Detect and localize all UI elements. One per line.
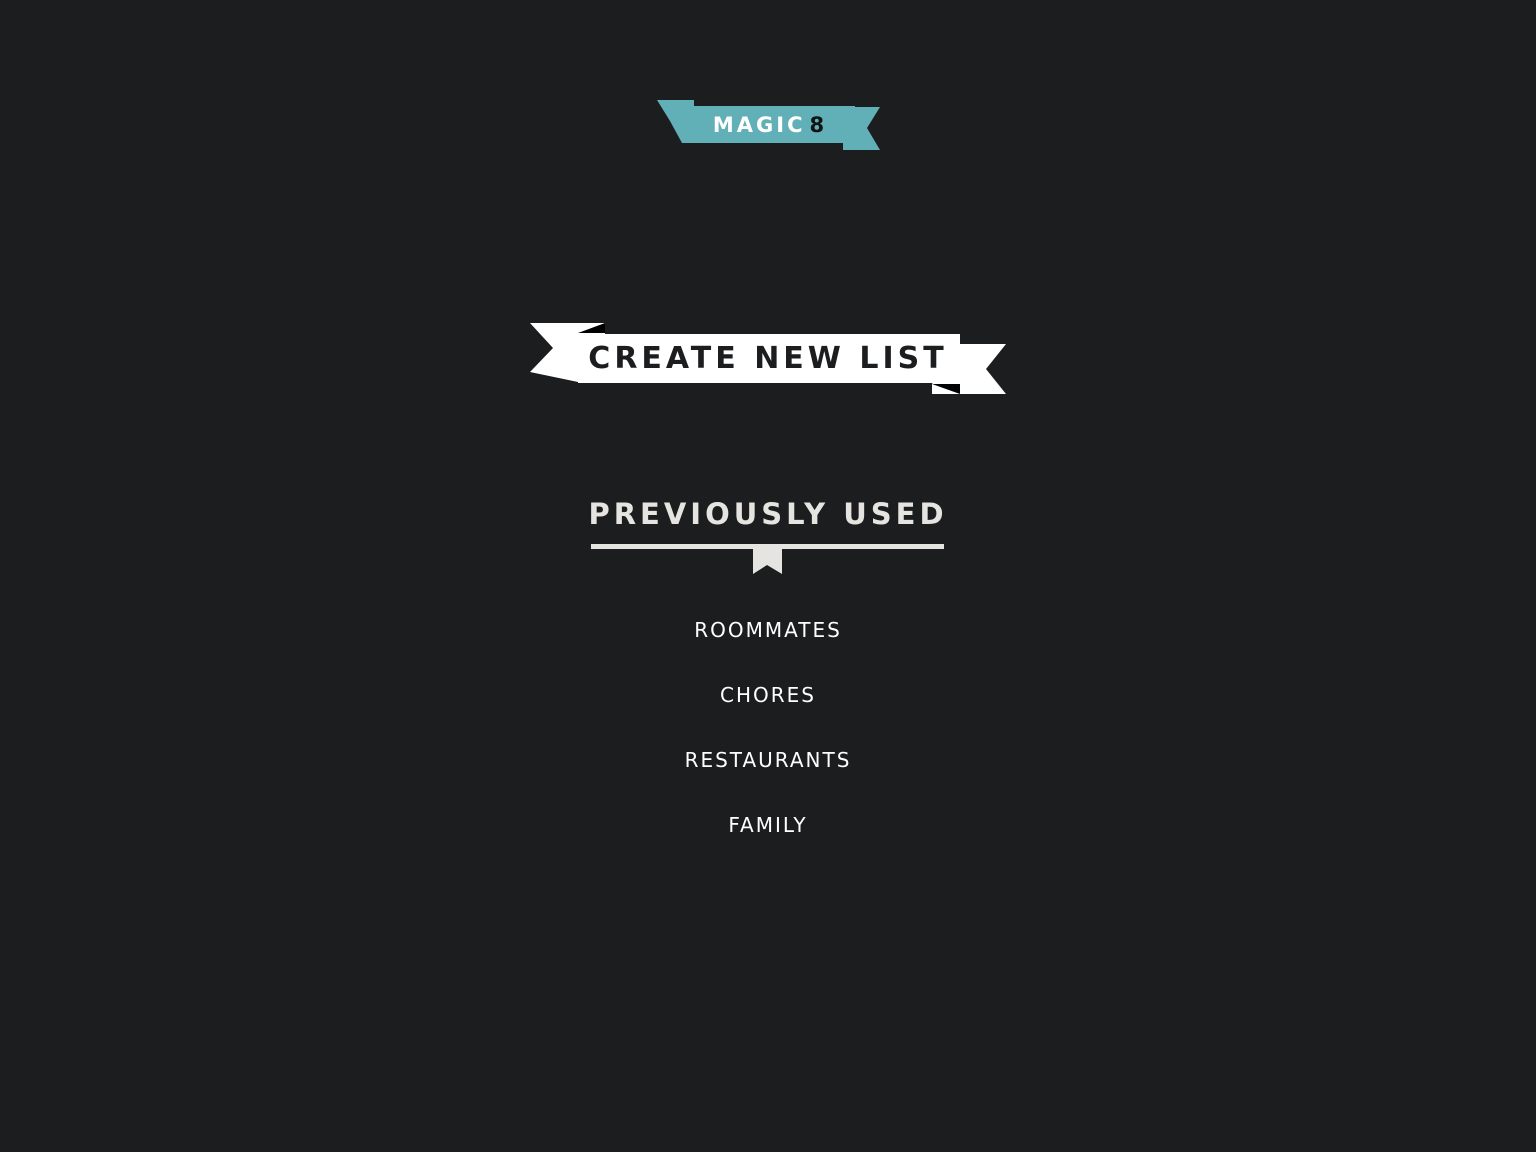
heading-divider-bookmark <box>591 544 944 574</box>
logo-word: MAGIC <box>712 113 806 137</box>
logo-text: MAGIC 8 <box>657 113 880 137</box>
app-logo: MAGIC 8 <box>657 100 880 150</box>
create-new-list-button[interactable]: CREATE NEW LIST <box>530 323 1007 394</box>
list-item-family[interactable]: FAMILY <box>568 808 968 873</box>
list-item-restaurants[interactable]: RESTAURANTS <box>568 743 968 808</box>
create-new-list-label: CREATE NEW LIST <box>588 341 948 376</box>
list-item-chores[interactable]: CHORES <box>568 678 968 743</box>
previous-lists: ROOMMATES CHORES RESTAURANTS FAMILY <box>568 613 968 873</box>
list-item-roommates[interactable]: ROOMMATES <box>568 613 968 678</box>
previously-used-heading: PREVIOUSLY USED <box>588 497 948 531</box>
logo-number: 8 <box>809 113 825 137</box>
